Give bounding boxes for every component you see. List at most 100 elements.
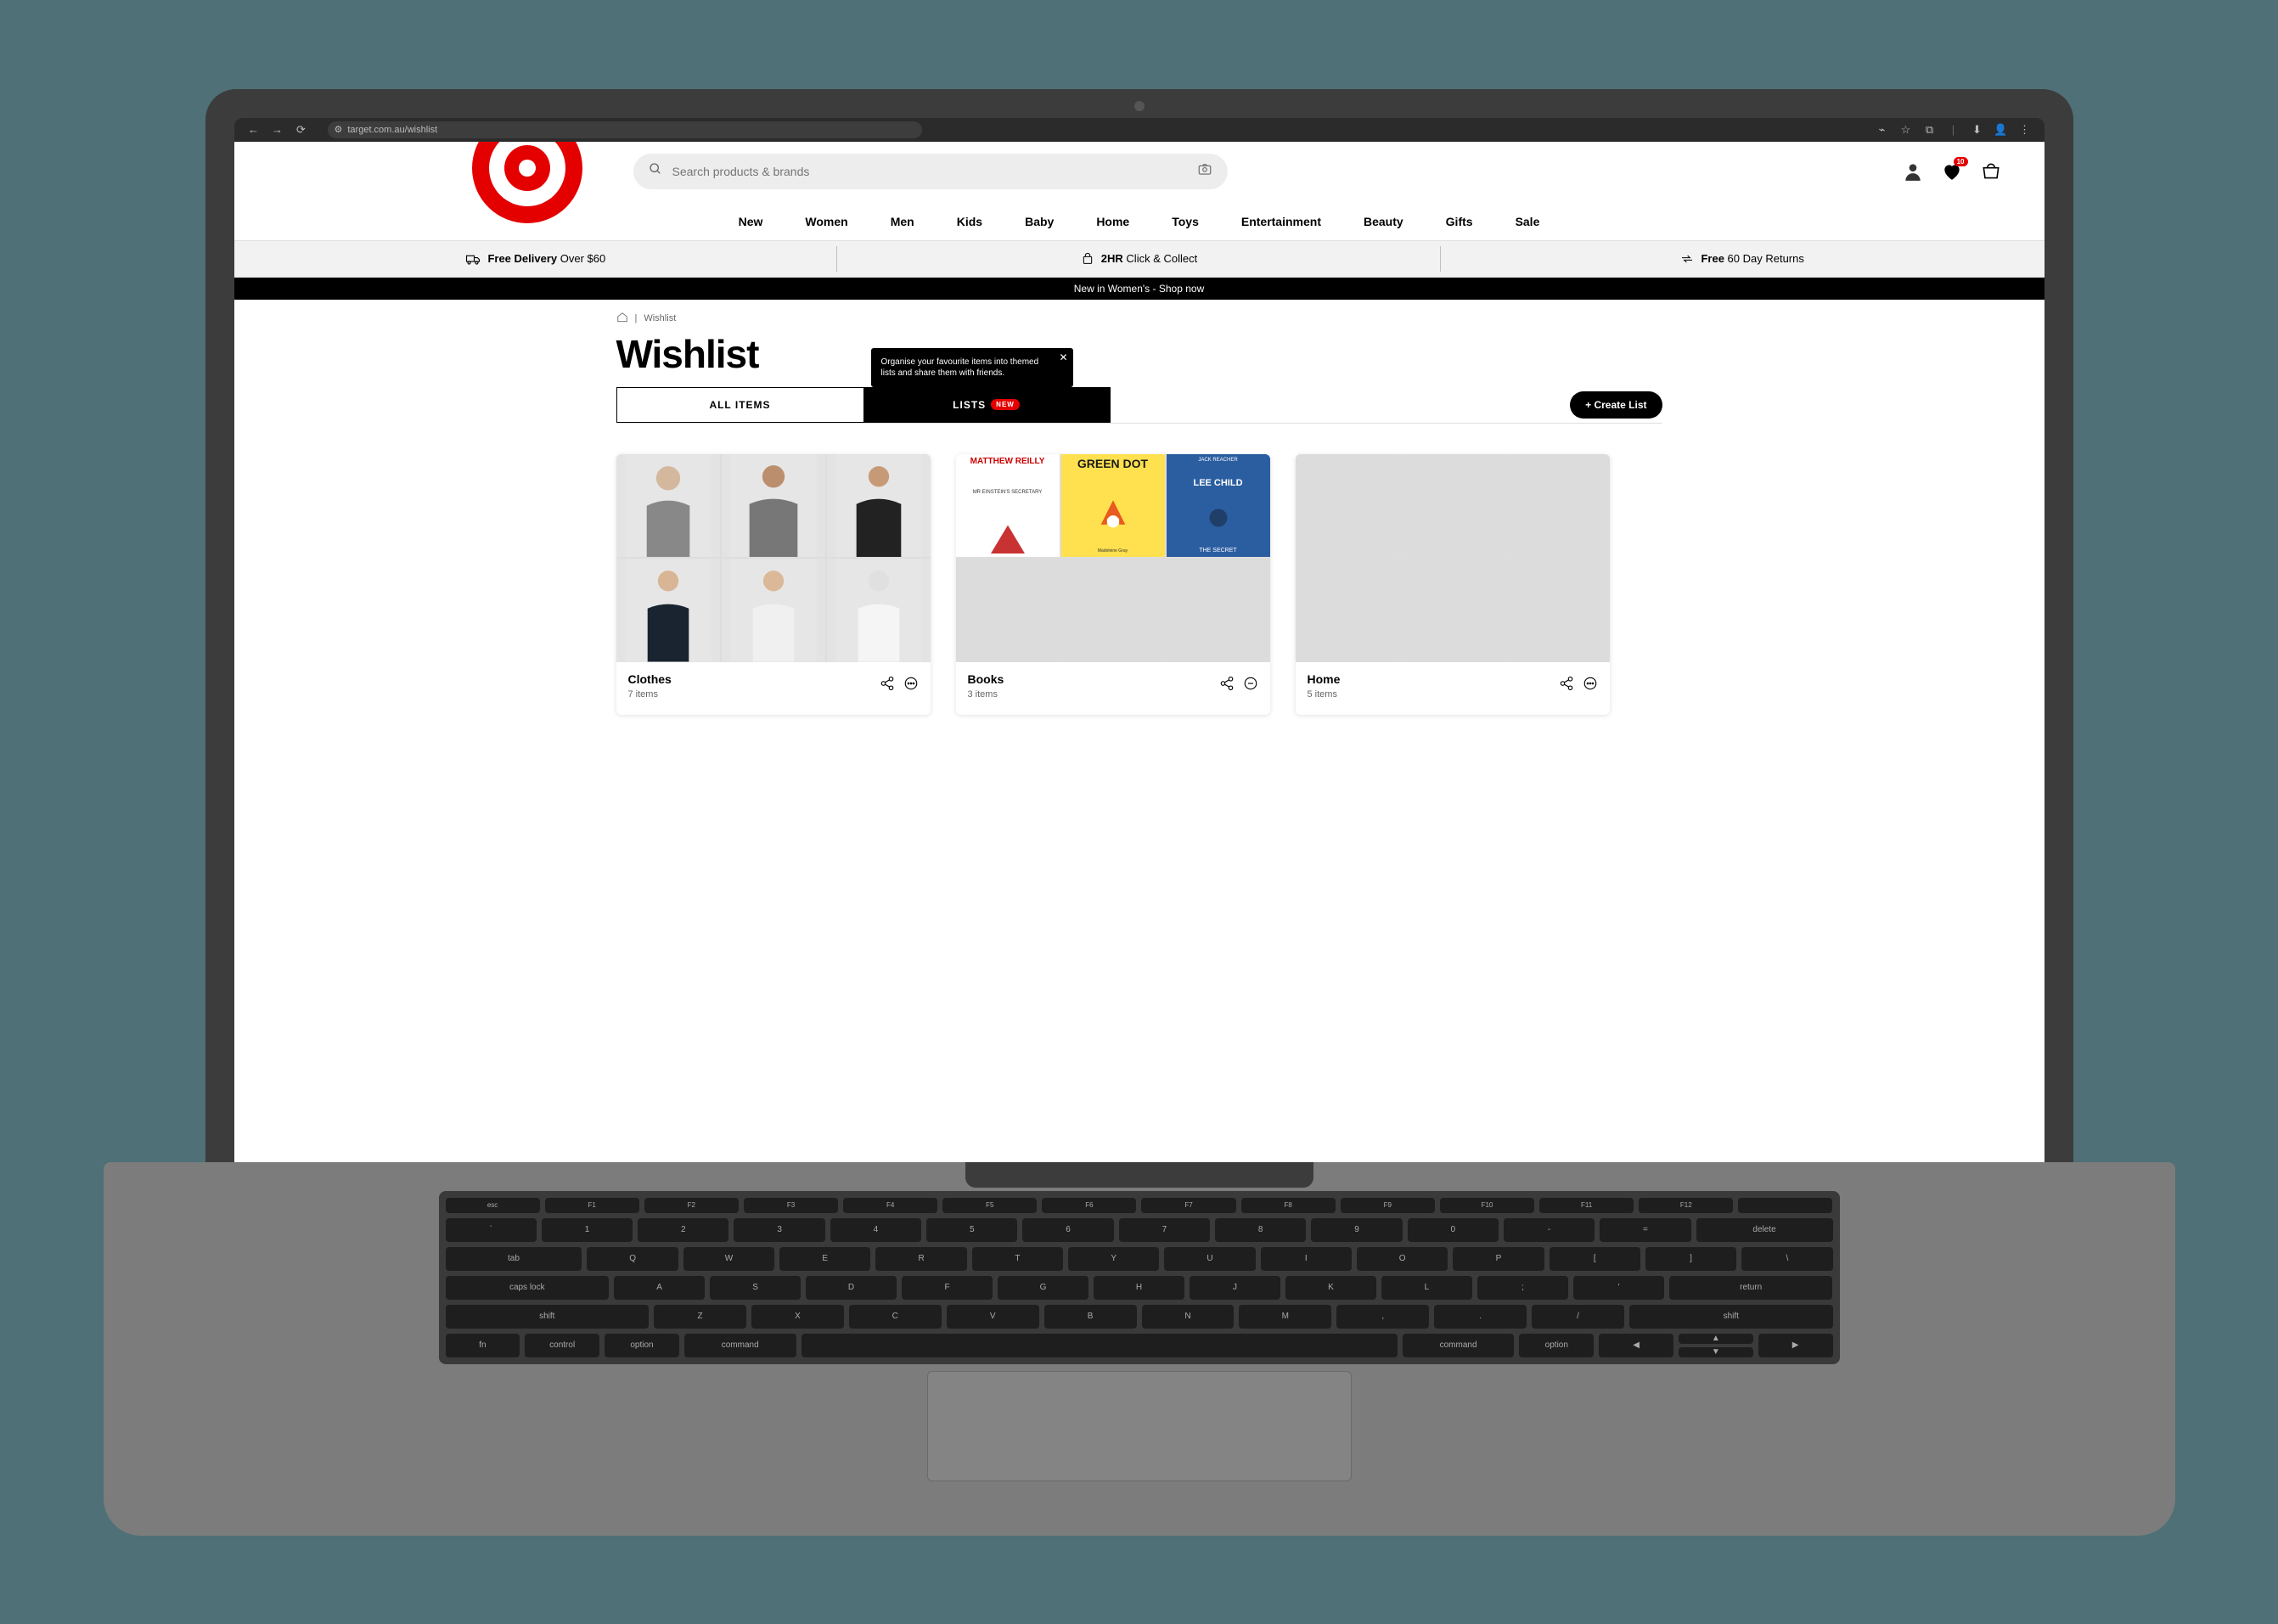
key: D (806, 1276, 897, 1300)
key: Q (587, 1247, 678, 1271)
site-settings-icon[interactable]: ⚙ (335, 124, 343, 135)
remove-icon[interactable] (1243, 676, 1258, 695)
nav-baby[interactable]: Baby (1025, 215, 1054, 228)
key: 4 (830, 1218, 921, 1242)
account-icon[interactable] (1902, 160, 1924, 183)
list-card-home[interactable]: Home 5 items (1296, 454, 1610, 715)
empty-thumb (1296, 454, 1399, 558)
wishlist-icon[interactable]: 10 (1941, 160, 1963, 183)
key: shift (1629, 1305, 1833, 1329)
reload-button[interactable]: ⟳ (295, 124, 307, 136)
key: F7 (1141, 1198, 1235, 1213)
key: F4 (843, 1198, 937, 1213)
extensions-icon[interactable]: ⧉ (1924, 124, 1936, 136)
tooltip-close-button[interactable]: ✕ (1059, 351, 1067, 365)
product-thumb (827, 454, 931, 558)
key: V (947, 1305, 1039, 1329)
profile-icon[interactable]: 👤 (1995, 124, 2007, 136)
key: return (1669, 1276, 1833, 1300)
tab-all-items[interactable]: ALL ITEMS (617, 388, 863, 422)
info-click-collect[interactable]: 2HR Click & Collect (837, 241, 1441, 277)
key: 1 (542, 1218, 633, 1242)
search-input[interactable] (672, 165, 1187, 178)
key: F10 (1440, 1198, 1534, 1213)
key: F8 (1241, 1198, 1336, 1213)
nav-men[interactable]: Men (891, 215, 914, 228)
key: 7 (1119, 1218, 1210, 1242)
key: P (1453, 1247, 1544, 1271)
key: E (779, 1247, 870, 1271)
key-icon[interactable]: ⌁ (1876, 124, 1888, 136)
tabs-row: Organise your favourite items into theme… (616, 387, 1662, 424)
key: option (1519, 1334, 1594, 1357)
key (1738, 1198, 1832, 1213)
address-bar[interactable]: ⚙ target.com.au/wishlist (328, 121, 922, 138)
key: ▶ (1758, 1334, 1833, 1357)
key: A (614, 1276, 705, 1300)
bookmark-icon[interactable]: ☆ (1900, 124, 1912, 136)
key: Y (1068, 1247, 1159, 1271)
share-icon[interactable] (1219, 676, 1235, 695)
key: X (751, 1305, 844, 1329)
key: = (1600, 1218, 1690, 1242)
nav-women[interactable]: Women (805, 215, 847, 228)
back-button[interactable]: ← (248, 124, 260, 136)
key: caps lock (446, 1276, 610, 1300)
download-icon[interactable]: ⬇ (1971, 124, 1983, 136)
key-space (802, 1334, 1398, 1357)
key: esc (446, 1198, 540, 1213)
nav-entertainment[interactable]: Entertainment (1241, 215, 1321, 228)
menu-icon[interactable]: ⋮ (2019, 124, 2031, 136)
wishlist-count-badge: 10 (1954, 157, 1968, 166)
keyboard: esc F1 F2 F3 F4 F5 F6 F7 F8 F9 F10 F11 F… (439, 1191, 1840, 1364)
key: F2 (644, 1198, 739, 1213)
key: , (1336, 1305, 1429, 1329)
nav-beauty[interactable]: Beauty (1364, 215, 1403, 228)
key: F (902, 1276, 993, 1300)
product-thumb (722, 454, 825, 558)
list-count: 3 items (968, 689, 1004, 700)
key: F5 (942, 1198, 1037, 1213)
camera-icon[interactable] (1197, 161, 1212, 181)
url-text: target.com.au/wishlist (347, 125, 437, 135)
more-icon[interactable] (903, 676, 919, 695)
lists-grid: Clothes 7 items (616, 454, 1662, 715)
key: F12 (1639, 1198, 1733, 1213)
nav-gifts[interactable]: Gifts (1446, 215, 1473, 228)
empty-thumb (1401, 559, 1505, 662)
list-card-books[interactable]: MATTHEW REILLY MR EINSTEIN'S SECRETARY G… (956, 454, 1270, 715)
tab-lists[interactable]: LISTS NEW (863, 388, 1110, 422)
more-icon[interactable] (1583, 676, 1598, 695)
home-icon[interactable] (616, 312, 628, 326)
empty-thumb (956, 559, 1060, 662)
list-card-clothes[interactable]: Clothes 7 items (616, 454, 931, 715)
nav-home[interactable]: Home (1096, 215, 1129, 228)
key: I (1261, 1247, 1352, 1271)
key: R (875, 1247, 966, 1271)
share-icon[interactable] (1559, 676, 1574, 695)
key: F9 (1341, 1198, 1435, 1213)
breadcrumb: | Wishlist (616, 312, 1662, 326)
forward-button[interactable]: → (272, 124, 284, 136)
key: U (1164, 1247, 1255, 1271)
list-name: Books (968, 672, 1004, 686)
search-bar[interactable] (633, 154, 1228, 189)
key: ` (446, 1218, 537, 1242)
search-icon (649, 162, 662, 180)
webcam (1134, 101, 1145, 111)
nav-kids[interactable]: Kids (957, 215, 982, 228)
nav-sale[interactable]: Sale (1516, 215, 1540, 228)
nav-new[interactable]: New (739, 215, 763, 228)
info-free-delivery[interactable]: Free Delivery Over $60 (234, 241, 838, 277)
share-icon[interactable] (880, 676, 895, 695)
key: - (1504, 1218, 1595, 1242)
product-thumb: GREEN DOT Madeleine Gray (1061, 454, 1165, 558)
key: fn (446, 1334, 520, 1357)
create-list-button[interactable]: + Create List (1570, 391, 1662, 419)
key: K (1285, 1276, 1376, 1300)
info-returns[interactable]: Free 60 Day Returns (1441, 241, 2045, 277)
breadcrumb-current: Wishlist (644, 313, 676, 323)
nav-toys[interactable]: Toys (1172, 215, 1199, 228)
cart-icon[interactable] (1980, 160, 2002, 183)
promo-link[interactable]: Shop now (1159, 283, 1204, 295)
